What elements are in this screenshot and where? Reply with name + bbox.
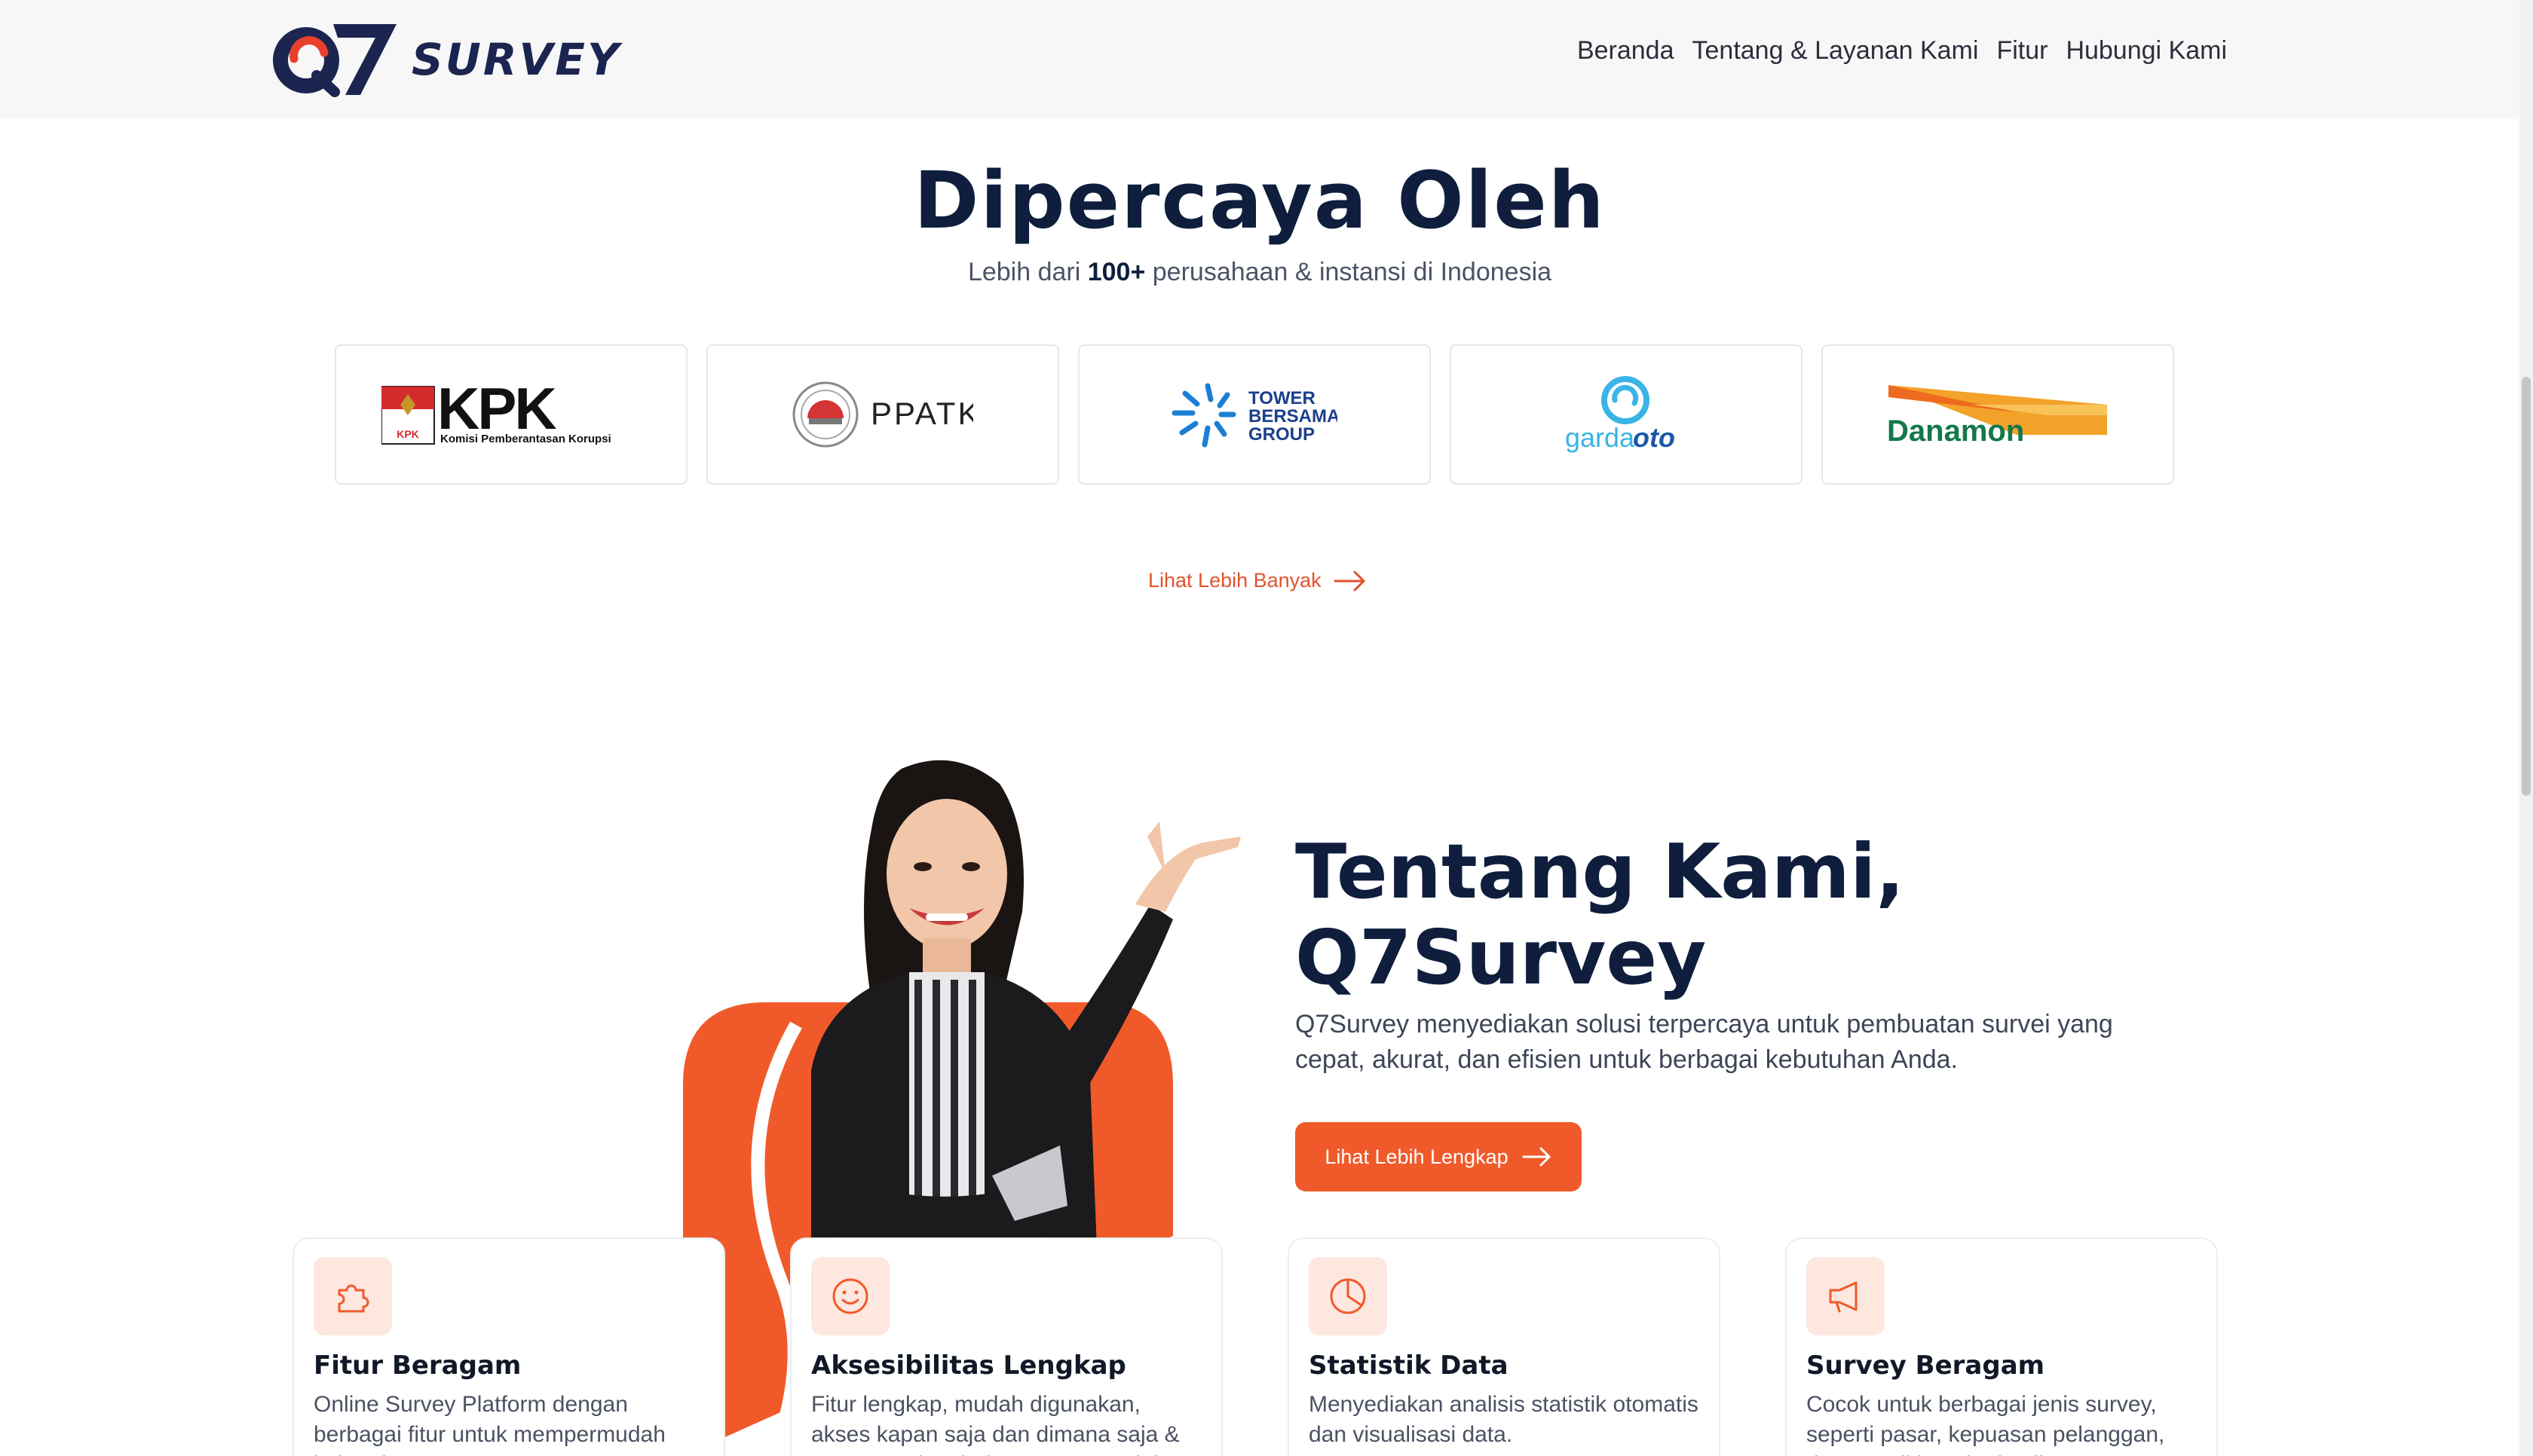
svg-text:oto: oto <box>1633 422 1675 453</box>
see-more-link[interactable]: Lihat Lebih Banyak <box>1148 569 1367 592</box>
client-logo-tower-bersama[interactable]: TOWER BERSAMA GROUP <box>1078 344 1431 485</box>
svg-text:KPK: KPK <box>397 428 419 440</box>
megaphone-icon <box>1806 1257 1885 1335</box>
feature-card-statistik: Statistik Data Menyediakan analisis stat… <box>1288 1237 1720 1456</box>
q7-survey-logo[interactable]: SURVEY <box>271 17 621 99</box>
svg-text:TOWER: TOWER <box>1248 388 1316 408</box>
see-full-button[interactable]: Lihat Lebih Lengkap <box>1295 1122 1582 1191</box>
see-more-label: Lihat Lebih Banyak <box>1148 569 1322 592</box>
client-logos: KPK KPK Komisi Pemberantasan Korupsi PPA… <box>335 344 2174 485</box>
kpk-logo: KPK KPK Komisi Pemberantasan Korupsi <box>381 382 611 445</box>
feature-title: Aksesibilitas Lengkap <box>811 1350 1126 1381</box>
arrow-right-icon <box>1334 570 1365 591</box>
feature-card-aksesibilitas: Aksesibilitas Lengkap Fitur lengkap, mud… <box>790 1237 1223 1456</box>
client-logo-garda-oto[interactable]: garda oto <box>1450 344 1803 485</box>
nav-hubungi-kami[interactable]: Hubungi Kami <box>2066 36 2227 66</box>
ppatk-logo: PPATK <box>792 381 973 448</box>
svg-text:garda: garda <box>1565 422 1635 453</box>
pie-chart-icon <box>1309 1257 1387 1335</box>
puzzle-icon <box>314 1257 392 1335</box>
feature-desc: Fitur lengkap, mudah digunakan, akses ka… <box>811 1392 1180 1456</box>
nav-fitur[interactable]: Fitur <box>1996 36 2048 66</box>
page-scrollbar[interactable] <box>2519 0 2533 1456</box>
trusted-subtitle: Lebih dari 100+ perusahaan & instansi di… <box>967 258 1552 286</box>
smile-icon <box>811 1257 890 1335</box>
client-logo-kpk[interactable]: KPK KPK Komisi Pemberantasan Korupsi <box>335 344 688 485</box>
feature-title: Fitur Beragam <box>314 1350 522 1381</box>
danamon-logo: Danamon <box>1887 385 2107 447</box>
q7-logo-icon <box>273 24 397 97</box>
trusted-title: Dipercaya Oleh <box>914 154 1606 246</box>
feature-card-fitur-beragam: Fitur Beragam Online Survey Platform den… <box>293 1237 725 1456</box>
see-full-label: Lihat Lebih Lengkap <box>1325 1145 1508 1168</box>
feature-title: Statistik Data <box>1309 1350 1508 1381</box>
nav-tentang-layanan[interactable]: Tentang & Layanan Kami <box>1692 36 1979 66</box>
site-header: SURVEY Beranda Tentang & Layanan Kami Fi… <box>0 0 2519 119</box>
feature-title: Survey Beragam <box>1806 1350 2045 1381</box>
scrollbar-thumb[interactable] <box>2522 377 2531 796</box>
svg-text:Komisi Pemberantasan Korupsi: Komisi Pemberantasan Korupsi <box>440 433 611 445</box>
svg-text:Danamon: Danamon <box>1887 414 2024 447</box>
client-logo-danamon[interactable]: Danamon <box>1821 344 2174 485</box>
about-title: Tentang Kami, Q7Survey <box>1295 827 1905 1002</box>
svg-text:BERSAMA: BERSAMA <box>1248 406 1337 427</box>
tower-bersama-logo: TOWER BERSAMA GROUP <box>1172 383 1337 448</box>
feature-card-survey-beragam: Survey Beragam Cocok untuk berbagai jeni… <box>1785 1237 2218 1456</box>
nav-beranda[interactable]: Beranda <box>1577 36 1674 66</box>
logo-wordmark: SURVEY <box>412 34 622 85</box>
svg-text:PPATK: PPATK <box>871 396 973 431</box>
feature-desc: Menyediakan analisis statistik otomatis … <box>1309 1392 1698 1447</box>
main-nav: Beranda Tentang & Layanan Kami Fitur Hub… <box>1577 36 2227 66</box>
client-logo-ppatk[interactable]: PPATK <box>706 344 1059 485</box>
about-description: Q7Survey menyediakan solusi terpercaya u… <box>1295 1010 2113 1074</box>
feature-desc: Cocok untuk berbagai jenis survey, seper… <box>1806 1392 2165 1456</box>
garda-oto-logo: garda oto <box>1565 376 1675 453</box>
arrow-right-icon <box>1522 1147 1551 1167</box>
feature-desc: Online Survey Platform dengan berbagai f… <box>314 1392 666 1456</box>
svg-text:GROUP: GROUP <box>1248 424 1315 445</box>
